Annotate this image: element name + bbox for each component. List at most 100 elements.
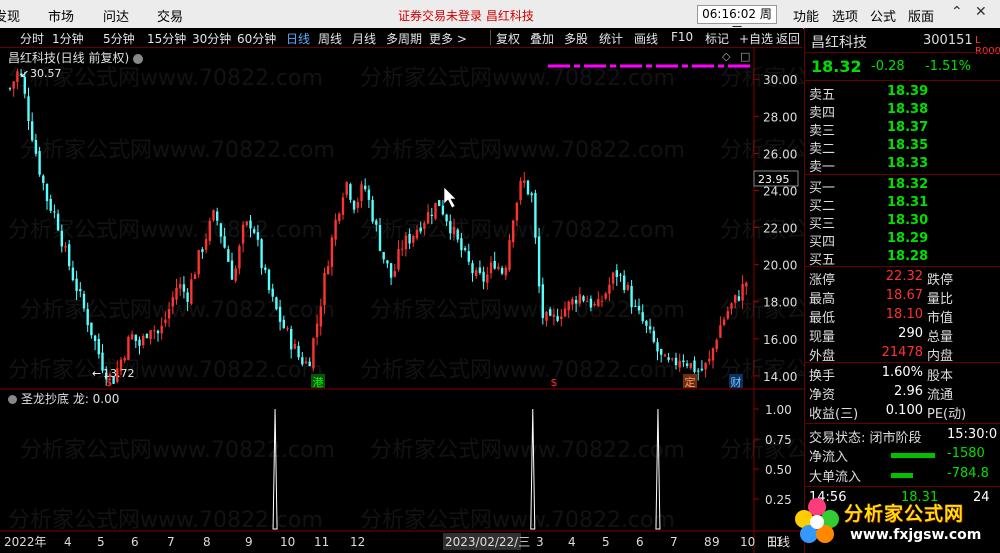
candle-body bbox=[164, 319, 167, 324]
candle-body bbox=[438, 200, 441, 206]
tool-restore-rights[interactable]: 复权 bbox=[496, 30, 520, 47]
y-tick-label-3: 24.00 bbox=[763, 184, 797, 198]
ask-level-3-label: 卖三 bbox=[809, 124, 836, 139]
candle-body bbox=[730, 303, 733, 309]
stock-badge: L R000 bbox=[975, 35, 1000, 57]
close-icon[interactable]: ✕ bbox=[975, 4, 987, 20]
candle-body bbox=[134, 334, 137, 341]
y-tick-label-1: 28.00 bbox=[763, 110, 797, 124]
menu-layout[interactable]: 版面 bbox=[908, 6, 934, 25]
candle-body bbox=[745, 282, 748, 287]
bid-level-2-price: 18.31 bbox=[887, 195, 929, 210]
candle-body bbox=[704, 362, 707, 370]
candle-body bbox=[319, 306, 322, 327]
menu-options[interactable]: 选项 bbox=[832, 6, 858, 25]
period-month[interactable]: 月线 bbox=[352, 30, 376, 47]
candle-body bbox=[556, 316, 559, 321]
x-label-1: 4 bbox=[64, 535, 72, 549]
period-more[interactable]: 更多 > bbox=[429, 30, 467, 47]
watermark-1: 分析家公式网www.70822.com bbox=[360, 66, 675, 91]
bid-level-3[interactable]: 买三 18.30 bbox=[809, 213, 999, 232]
period-5min[interactable]: 5分钟 bbox=[103, 30, 135, 47]
candle-body bbox=[290, 328, 293, 350]
period-15min[interactable]: 15分钟 bbox=[147, 30, 186, 47]
ask-level-2[interactable]: 卖二 18.35 bbox=[809, 138, 999, 157]
menu-discover[interactable]: 发现 bbox=[0, 6, 20, 25]
menu-wenda[interactable]: 问达 bbox=[103, 6, 129, 25]
candle-body bbox=[167, 309, 171, 319]
watermark-3: 分析家公式网www.70822.com bbox=[20, 138, 335, 163]
menu-formula[interactable]: 公式 bbox=[870, 6, 896, 25]
ask-level-5[interactable]: 卖五 18.39 bbox=[809, 84, 999, 103]
candle-body bbox=[308, 361, 311, 367]
tool-statistics[interactable]: 统计 bbox=[599, 30, 623, 47]
tool-add-watchlist[interactable]: +自选 bbox=[739, 30, 773, 47]
chevron-up-icon[interactable]: ⌃ bbox=[951, 4, 963, 20]
period-fenshi[interactable]: 分时 bbox=[20, 30, 44, 47]
y-tick-label-0: 30.00 bbox=[763, 73, 797, 87]
watermark-4: 分析家公式网www.70822.com bbox=[370, 138, 685, 163]
candle-body bbox=[401, 248, 404, 250]
candle-body bbox=[737, 296, 741, 301]
candle-body bbox=[449, 221, 452, 234]
candle-body bbox=[31, 121, 34, 141]
candle-body bbox=[315, 323, 319, 338]
period-multi[interactable]: 多周期 bbox=[386, 30, 422, 47]
stat2-label-0: 换手 bbox=[809, 369, 836, 384]
ask-level-1[interactable]: 卖一 18.33 bbox=[809, 156, 999, 175]
candle-body bbox=[190, 279, 193, 304]
trade-state: 交易状态: 闭市阶段 bbox=[809, 431, 922, 446]
stat-label2-0: 跌停 bbox=[927, 273, 954, 288]
divider bbox=[805, 52, 1000, 53]
bid-level-4[interactable]: 买四 18.29 bbox=[809, 231, 999, 250]
tool-overlay[interactable]: 叠加 bbox=[530, 30, 554, 47]
candle-body bbox=[404, 235, 408, 250]
low-arrow-icon: ← bbox=[92, 367, 101, 380]
candle-body bbox=[508, 240, 511, 270]
divider bbox=[805, 362, 1000, 363]
candle-body bbox=[238, 246, 241, 269]
tool-draw-line[interactable]: 画线 bbox=[634, 30, 658, 47]
bid-level-1[interactable]: 买一 18.32 bbox=[809, 177, 999, 196]
y-tick-label-5: 20.00 bbox=[763, 259, 797, 273]
menu-function[interactable]: 功能 bbox=[793, 6, 819, 25]
candle-body bbox=[419, 227, 422, 232]
divider bbox=[805, 266, 1000, 267]
candle-body bbox=[56, 213, 60, 231]
candle-body bbox=[153, 330, 156, 332]
tool-back[interactable]: 返回 bbox=[776, 30, 800, 47]
candle-body bbox=[430, 214, 433, 216]
tool-f10[interactable]: F10 bbox=[671, 30, 693, 44]
period-day[interactable]: 日线 bbox=[286, 30, 310, 47]
candle-body bbox=[330, 237, 334, 267]
candle-body bbox=[345, 182, 348, 195]
tool-multi-stock[interactable]: 多股 bbox=[564, 30, 588, 47]
period-30min[interactable]: 30分钟 bbox=[192, 30, 231, 47]
stat-label2-3: 总量 bbox=[927, 330, 954, 345]
period-1min[interactable]: 1分钟 bbox=[52, 30, 84, 47]
x-label-18: 10 bbox=[740, 535, 755, 549]
candle-body bbox=[549, 309, 552, 316]
indicator-settings-icon[interactable] bbox=[8, 395, 17, 404]
candle-body bbox=[423, 223, 426, 229]
menu-trade[interactable]: 交易 bbox=[157, 6, 183, 25]
ask-level-4[interactable]: 卖四 18.38 bbox=[809, 102, 999, 121]
x-label-12: 4 bbox=[568, 535, 576, 549]
candle-body bbox=[378, 225, 382, 251]
ask-level-3[interactable]: 卖三 18.37 bbox=[809, 120, 999, 139]
login-warning[interactable]: 证券交易未登录 昌红科技 bbox=[398, 7, 534, 24]
bid-level-2[interactable]: 买二 18.31 bbox=[809, 195, 999, 214]
ask-level-5-price: 18.39 bbox=[887, 84, 929, 99]
kline-chart[interactable]: 分析家公式网www.70822.com 分析家公式网www.70822.com 分析… bbox=[0, 47, 804, 553]
ask-level-5-label: 卖五 bbox=[809, 88, 836, 103]
watermark-6: 分析家公式网www.70822.com bbox=[8, 218, 323, 243]
period-week[interactable]: 周线 bbox=[318, 30, 342, 47]
settings-dot-icon[interactable] bbox=[133, 53, 144, 64]
candle-body bbox=[608, 284, 611, 294]
tool-mark[interactable]: 标记 bbox=[705, 30, 729, 47]
candle-body bbox=[234, 268, 237, 281]
bid-level-5[interactable]: 买五 18.28 bbox=[809, 249, 999, 268]
period-60min[interactable]: 60分钟 bbox=[237, 30, 276, 47]
candle-body bbox=[323, 273, 326, 306]
menu-market[interactable]: 市场 bbox=[48, 6, 74, 25]
